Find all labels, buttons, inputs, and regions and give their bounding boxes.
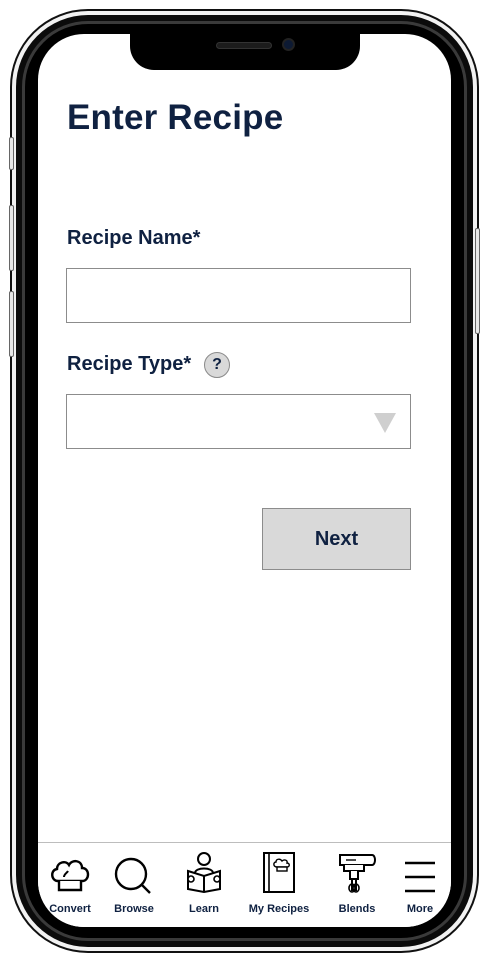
volume-down-button xyxy=(9,291,14,357)
tab-label: Learn xyxy=(189,903,219,915)
recipe-name-label: Recipe Name* xyxy=(67,227,201,249)
tab-label: Convert xyxy=(49,903,91,915)
reader-icon xyxy=(187,852,221,893)
phone-screen: Enter Recipe Recipe Name* Recipe Type* ?… xyxy=(38,34,451,927)
tab-learn[interactable]: Learn xyxy=(174,843,234,927)
recipe-type-select[interactable] xyxy=(66,394,411,449)
page-title: Enter Recipe xyxy=(67,98,284,137)
bottom-tab-bar: Convert Browse Learn My Recipes Blends M… xyxy=(38,842,451,927)
help-icon[interactable]: ? xyxy=(204,352,230,378)
tab-more[interactable]: More xyxy=(395,843,445,927)
notch xyxy=(130,34,360,70)
tab-convert[interactable]: Convert xyxy=(40,843,100,927)
tab-label: More xyxy=(406,903,434,915)
tab-browse[interactable]: Browse xyxy=(104,843,164,927)
next-button[interactable]: Next xyxy=(262,508,411,570)
power-button xyxy=(475,228,480,334)
hand-mixer-icon xyxy=(339,854,376,893)
tab-label: Browse xyxy=(114,903,154,915)
volume-up-button xyxy=(9,205,14,271)
tab-label: My Recipes xyxy=(248,903,310,915)
chef-hat-icon xyxy=(51,860,90,892)
dropdown-arrow-icon xyxy=(374,413,396,433)
side-switch xyxy=(9,137,14,170)
recipe-name-input[interactable] xyxy=(66,268,411,323)
search-icon xyxy=(114,857,151,894)
tab-blends[interactable]: Blends xyxy=(328,843,386,927)
camera-icon xyxy=(282,38,295,51)
speaker-grille xyxy=(216,42,272,49)
recipe-book-icon xyxy=(263,852,295,893)
menu-icon xyxy=(405,861,435,893)
tab-my-recipes[interactable]: My Recipes xyxy=(244,843,314,927)
tab-label: Blends xyxy=(338,903,376,915)
recipe-type-label: Recipe Type* xyxy=(67,353,192,375)
